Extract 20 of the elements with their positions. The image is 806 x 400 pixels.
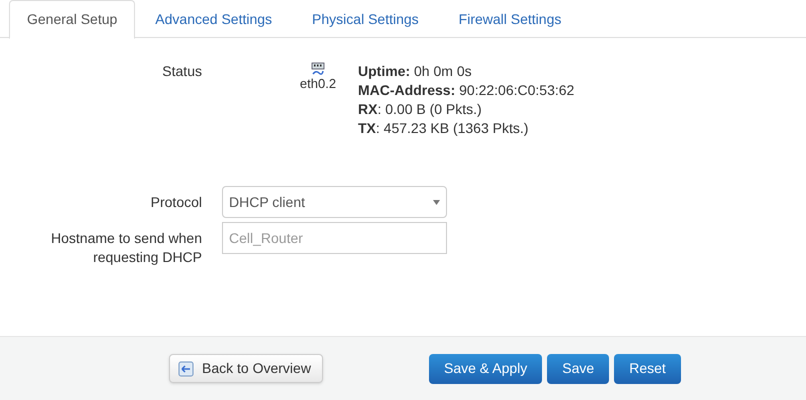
tab[interactable]: Physical Settings <box>292 0 439 38</box>
interface-name: eth0.2 <box>300 76 336 91</box>
action-button[interactable]: Reset <box>614 354 681 384</box>
status-line: RX: 0.00 B (0 Pkts.) <box>358 100 483 119</box>
protocol-select[interactable]: DHCP client <box>222 186 447 218</box>
tab[interactable]: General Setup <box>9 0 136 39</box>
action-button[interactable]: Save & Apply <box>429 354 542 384</box>
status-line: MAC-Address: 90:22:06:C0:53:62 <box>358 81 574 100</box>
tab[interactable]: Advanced Settings <box>135 0 292 38</box>
network-port-icon <box>311 62 325 76</box>
status-line: Uptime: 0h 0m 0s <box>358 62 473 81</box>
back-button[interactable]: Back to Overview <box>169 354 323 383</box>
tab[interactable]: Firewall Settings <box>438 0 582 38</box>
status-line: TX: 457.23 KB (1363 Pkts.) <box>358 119 530 138</box>
field-label: Protocol <box>150 192 202 212</box>
dropdown-caret-icon <box>433 200 440 204</box>
hostname-field[interactable]: Cell_Router <box>222 222 447 254</box>
field-label: Hostname to send when requesting DHCP <box>50 229 202 267</box>
field-label: Status <box>161 62 202 81</box>
action-button[interactable]: Save <box>547 354 610 384</box>
